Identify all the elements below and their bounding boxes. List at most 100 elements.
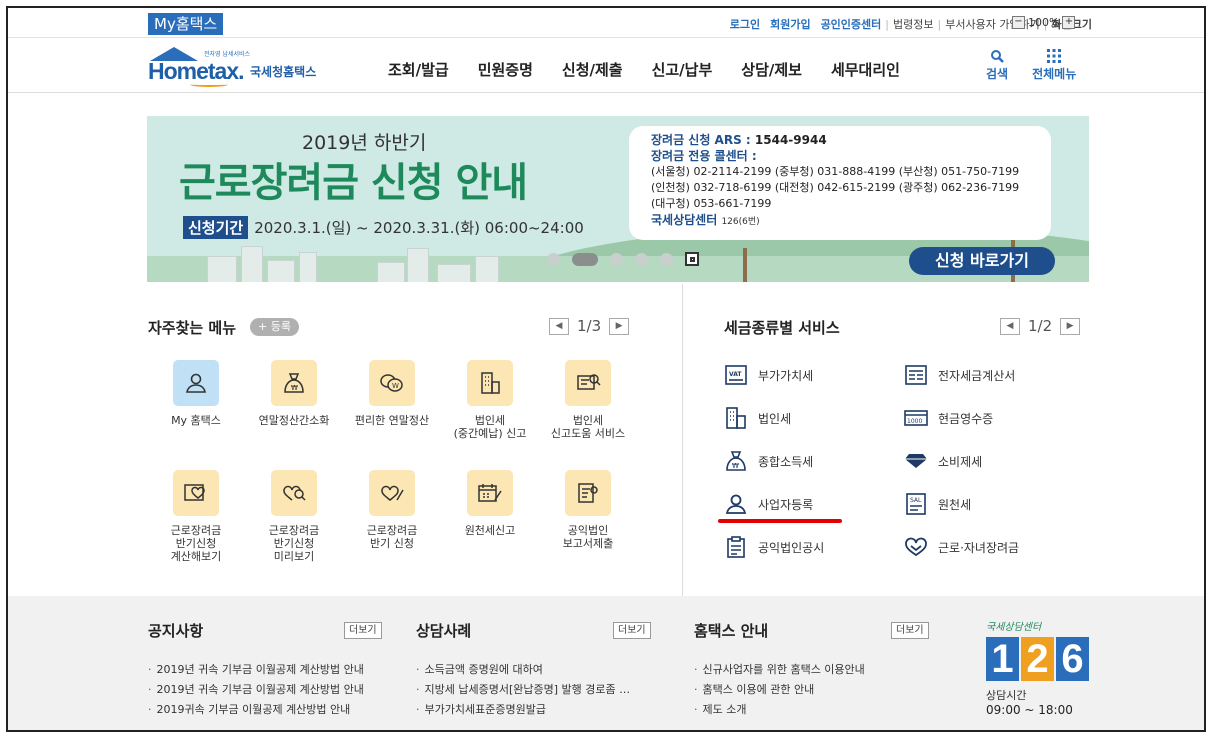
fav-my-hometax[interactable]: My 홈택스	[146, 360, 246, 427]
zoom-in-button[interactable]: +	[1062, 16, 1076, 29]
svc-label: 사업자등록	[758, 497, 814, 512]
notices-more-button[interactable]: 더보기	[344, 622, 382, 639]
next-page-button[interactable]: ▶	[1060, 317, 1081, 335]
call-center-label: 장려금 전용 콜센터 :	[651, 149, 757, 163]
list-item[interactable]: 홈택스 이용에 관한 안내	[694, 680, 865, 700]
my-hometax-tab[interactable]: My홈택스	[148, 13, 224, 35]
svc-withholding-tax[interactable]: SAL 원천세	[904, 493, 971, 515]
digit: 1	[986, 637, 1019, 681]
nav-consult-tip[interactable]: 상담/제보	[741, 59, 802, 80]
fav-corp-help[interactable]: 법인세 신고도움 서비스	[538, 360, 638, 440]
hometax-logo[interactable]: 전자영 납세서비스 Hometax. 국세청홈택스	[148, 43, 348, 91]
fav-label: 공익법인 보고서제출	[562, 524, 614, 550]
fav-year-end-simple[interactable]: ₩ 연말정산간소화	[244, 360, 344, 427]
fav-withholding-report[interactable]: 원천세신고	[440, 470, 540, 537]
svc-business-registration[interactable]: 사업자등록	[724, 493, 813, 515]
guide-more-button[interactable]: 더보기	[891, 622, 929, 639]
svc-cash-receipt[interactable]: 1000 현금영수증	[904, 407, 993, 429]
list-item[interactable]: 지방세 납세증명서[완납증명] 발행 경로좀 …	[416, 680, 631, 700]
notices-title: 공지사항	[148, 622, 204, 640]
apply-now-button[interactable]: 신청 바로가기	[909, 247, 1055, 275]
fav-label: 근로장려금 반기신청 계산해보기	[170, 524, 222, 563]
nav-inquiry-issue[interactable]: 조회/발급	[388, 59, 449, 80]
tax-services-page: 1/2	[1028, 317, 1053, 335]
nav-report-pay[interactable]: 신고/납부	[652, 59, 713, 80]
svg-text:₩: ₩	[291, 384, 298, 392]
promo-banner[interactable]: 2019년 하반기 근로장려금 신청 안내 신청기간 2020.3.1.(일) …	[147, 116, 1089, 282]
report-icon	[565, 470, 611, 516]
list-item[interactable]: 신규사업자를 위한 홈택스 이용안내	[694, 660, 865, 680]
svc-eitc-child-credit[interactable]: 근로·자녀장려금	[904, 536, 1019, 558]
svg-text:W: W	[392, 382, 399, 390]
list-item[interactable]: 2019년 귀속 기부금 이월공제 계산방법 안내	[148, 660, 364, 680]
list-item[interactable]: 제도 소개	[694, 700, 865, 720]
vat-icon: VAT	[724, 364, 748, 386]
fav-label: 근로장려금 반기 신청	[366, 524, 418, 550]
search-button[interactable]: 검색	[986, 47, 1008, 82]
logo-wordmark: Hometax.	[148, 58, 245, 84]
next-page-button[interactable]: ▶	[609, 317, 630, 335]
fav-label: My 홈택스	[171, 414, 221, 427]
all-menu-button[interactable]: 전체메뉴	[1032, 47, 1076, 82]
svc-label: 현금영수증	[938, 411, 994, 426]
slide-dot[interactable]	[610, 252, 623, 266]
banner-period: 신청기간 2020.3.1.(일) ~ 2020.3.31.(화) 06:00~…	[183, 216, 584, 239]
logo-swoosh-icon	[190, 82, 228, 87]
tax-services-pager: ◀ 1/2 ▶	[1000, 317, 1081, 335]
svc-public-corp-disclosure[interactable]: 공익법인공시	[724, 536, 824, 558]
svc-vat[interactable]: VAT 부가가치세	[724, 364, 813, 386]
all-menu-label: 전체메뉴	[1032, 67, 1077, 81]
list-item[interactable]: 2019년 귀속 기부금 이월공제 계산방법 안내	[148, 680, 364, 700]
ars-label: 장려금 신청 ARS :	[651, 133, 751, 147]
nav-tax-agent[interactable]: 세무대리인	[831, 59, 900, 80]
cert-center-link[interactable]: 공인인증센터	[821, 16, 882, 32]
favorites-title: 자주찾는 메뉴	[148, 319, 237, 337]
digit: 2	[1021, 637, 1054, 681]
fav-public-corp-report[interactable]: 공익법인 보고서제출	[538, 470, 638, 550]
fav-eitc-preview[interactable]: 근로장려금 반기신청 미리보기	[244, 470, 344, 563]
svc-corporate-tax[interactable]: 법인세	[724, 407, 791, 429]
list-item[interactable]: 소득금액 증명원에 대하여	[416, 660, 630, 680]
highlight-underline	[718, 519, 842, 523]
svc-label: 근로·자녀장려금	[938, 540, 1020, 555]
guide-column: 홈택스 안내	[694, 620, 768, 641]
svc-e-tax-invoice[interactable]: 전자세금계산서	[904, 364, 1015, 386]
separator: |	[885, 17, 890, 31]
document-search-icon	[565, 360, 611, 406]
banner-pagination	[547, 252, 699, 266]
guide-list: 신규사업자를 위한 홈택스 이용안내 홈택스 이용에 관한 안내 제도 소개	[694, 660, 865, 720]
tax-center-line: 국세상담센터 126(6번)	[651, 212, 1051, 230]
list-item[interactable]: 부가가치세표준증명원발급	[416, 700, 630, 720]
person-icon	[173, 360, 219, 406]
fav-label: 근로장려금 반기신청 미리보기	[268, 524, 320, 563]
slide-dot[interactable]	[660, 252, 673, 266]
login-link[interactable]: 로그인	[730, 16, 760, 32]
fav-eitc-calc[interactable]: 근로장려금 반기신청 계산해보기	[146, 470, 246, 563]
slide-dot-active[interactable]	[572, 252, 598, 266]
zoom-out-button[interactable]: −	[1012, 16, 1025, 29]
svc-consumption-tax[interactable]: 소비제세	[904, 450, 982, 472]
heart-search-icon	[271, 470, 317, 516]
prev-page-button[interactable]: ◀	[549, 317, 569, 335]
search-icon	[986, 47, 1008, 65]
nav-apply-submit[interactable]: 신청/제출	[562, 59, 623, 80]
cases-more-button[interactable]: 더보기	[613, 622, 651, 639]
register-favorite-button[interactable]: + 등록	[250, 318, 299, 336]
search-label: 검색	[986, 67, 1009, 81]
building-icon	[467, 360, 513, 406]
prev-page-button[interactable]: ◀	[1000, 317, 1020, 335]
nav-civil-certificate[interactable]: 민원증명	[478, 59, 533, 80]
fav-eitc-apply[interactable]: 근로장려금 반기 신청	[342, 470, 442, 550]
digit: 6	[1056, 637, 1089, 681]
list-item[interactable]: 2019귀속 기부금 이월공제 계산방법 안내	[148, 700, 364, 720]
slide-dot[interactable]	[547, 252, 560, 266]
slide-dot[interactable]	[635, 252, 648, 266]
pause-icon[interactable]	[685, 252, 699, 266]
fav-corp-interim[interactable]: 법인세 (중간예납) 신고	[440, 360, 540, 440]
signup-link[interactable]: 회원가입	[770, 16, 810, 32]
fav-convenient-year-end[interactable]: W 편리한 연말정산	[342, 360, 442, 427]
fav-label: 법인세 신고도움 서비스	[550, 414, 626, 440]
svc-income-tax[interactable]: ₩ 종합소득세	[724, 450, 813, 472]
law-info-link[interactable]: 법령정보	[893, 16, 933, 32]
tax-call-center-badge[interactable]: 국세상담센터 1 2 6 상담시간 09:00 ~ 18:00	[986, 618, 1094, 728]
